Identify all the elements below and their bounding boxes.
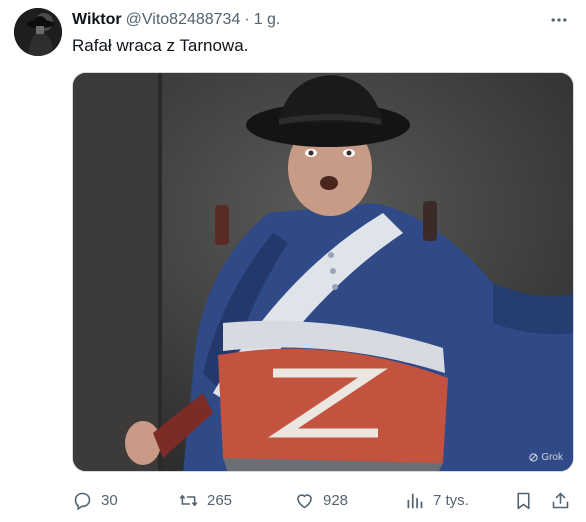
like-count: 928 xyxy=(323,491,349,509)
handle[interactable]: @Vito82488734 xyxy=(126,11,241,29)
grok-icon xyxy=(529,453,538,462)
timestamp[interactable]: 1 g. xyxy=(254,11,281,29)
reply-button[interactable]: 30 xyxy=(72,490,118,511)
views-count: 7 tys. xyxy=(433,491,469,509)
avatar-image xyxy=(14,8,62,56)
more-horizontal-icon xyxy=(551,18,567,22)
retweet-icon xyxy=(179,494,198,506)
watermark-text: Grok xyxy=(541,452,563,463)
reply-icon xyxy=(74,492,91,510)
media-image xyxy=(73,73,573,471)
views-button[interactable]: 7 tys. xyxy=(404,490,469,511)
like-button[interactable]: 928 xyxy=(294,490,348,511)
retweet-button[interactable]: 265 xyxy=(178,490,232,511)
action-bar: 30 265 928 7 tys. xyxy=(72,486,574,514)
display-name[interactable]: Wiktor xyxy=(72,11,122,29)
tweet-text: Rafał wraca z Tarnowa. xyxy=(72,36,249,55)
share-button[interactable] xyxy=(550,490,571,511)
reply-count: 30 xyxy=(101,491,118,509)
tweet-media[interactable]: Grok xyxy=(72,72,574,472)
bookmark-icon xyxy=(517,492,530,509)
share-icon xyxy=(552,492,569,508)
views-icon xyxy=(407,493,423,508)
tweet-header: Wiktor @Vito82488734 · 1 g. xyxy=(72,9,566,31)
tweet-card[interactable]: Wiktor @Vito82488734 · 1 g. Rafał wraca … xyxy=(0,0,586,522)
more-button[interactable] xyxy=(544,8,574,32)
heart-icon xyxy=(297,493,312,508)
grok-watermark: Grok xyxy=(529,452,563,463)
avatar[interactable] xyxy=(14,8,62,56)
bookmark-button[interactable] xyxy=(513,490,534,511)
retweet-count: 265 xyxy=(207,491,233,509)
separator-dot: · xyxy=(244,11,250,28)
